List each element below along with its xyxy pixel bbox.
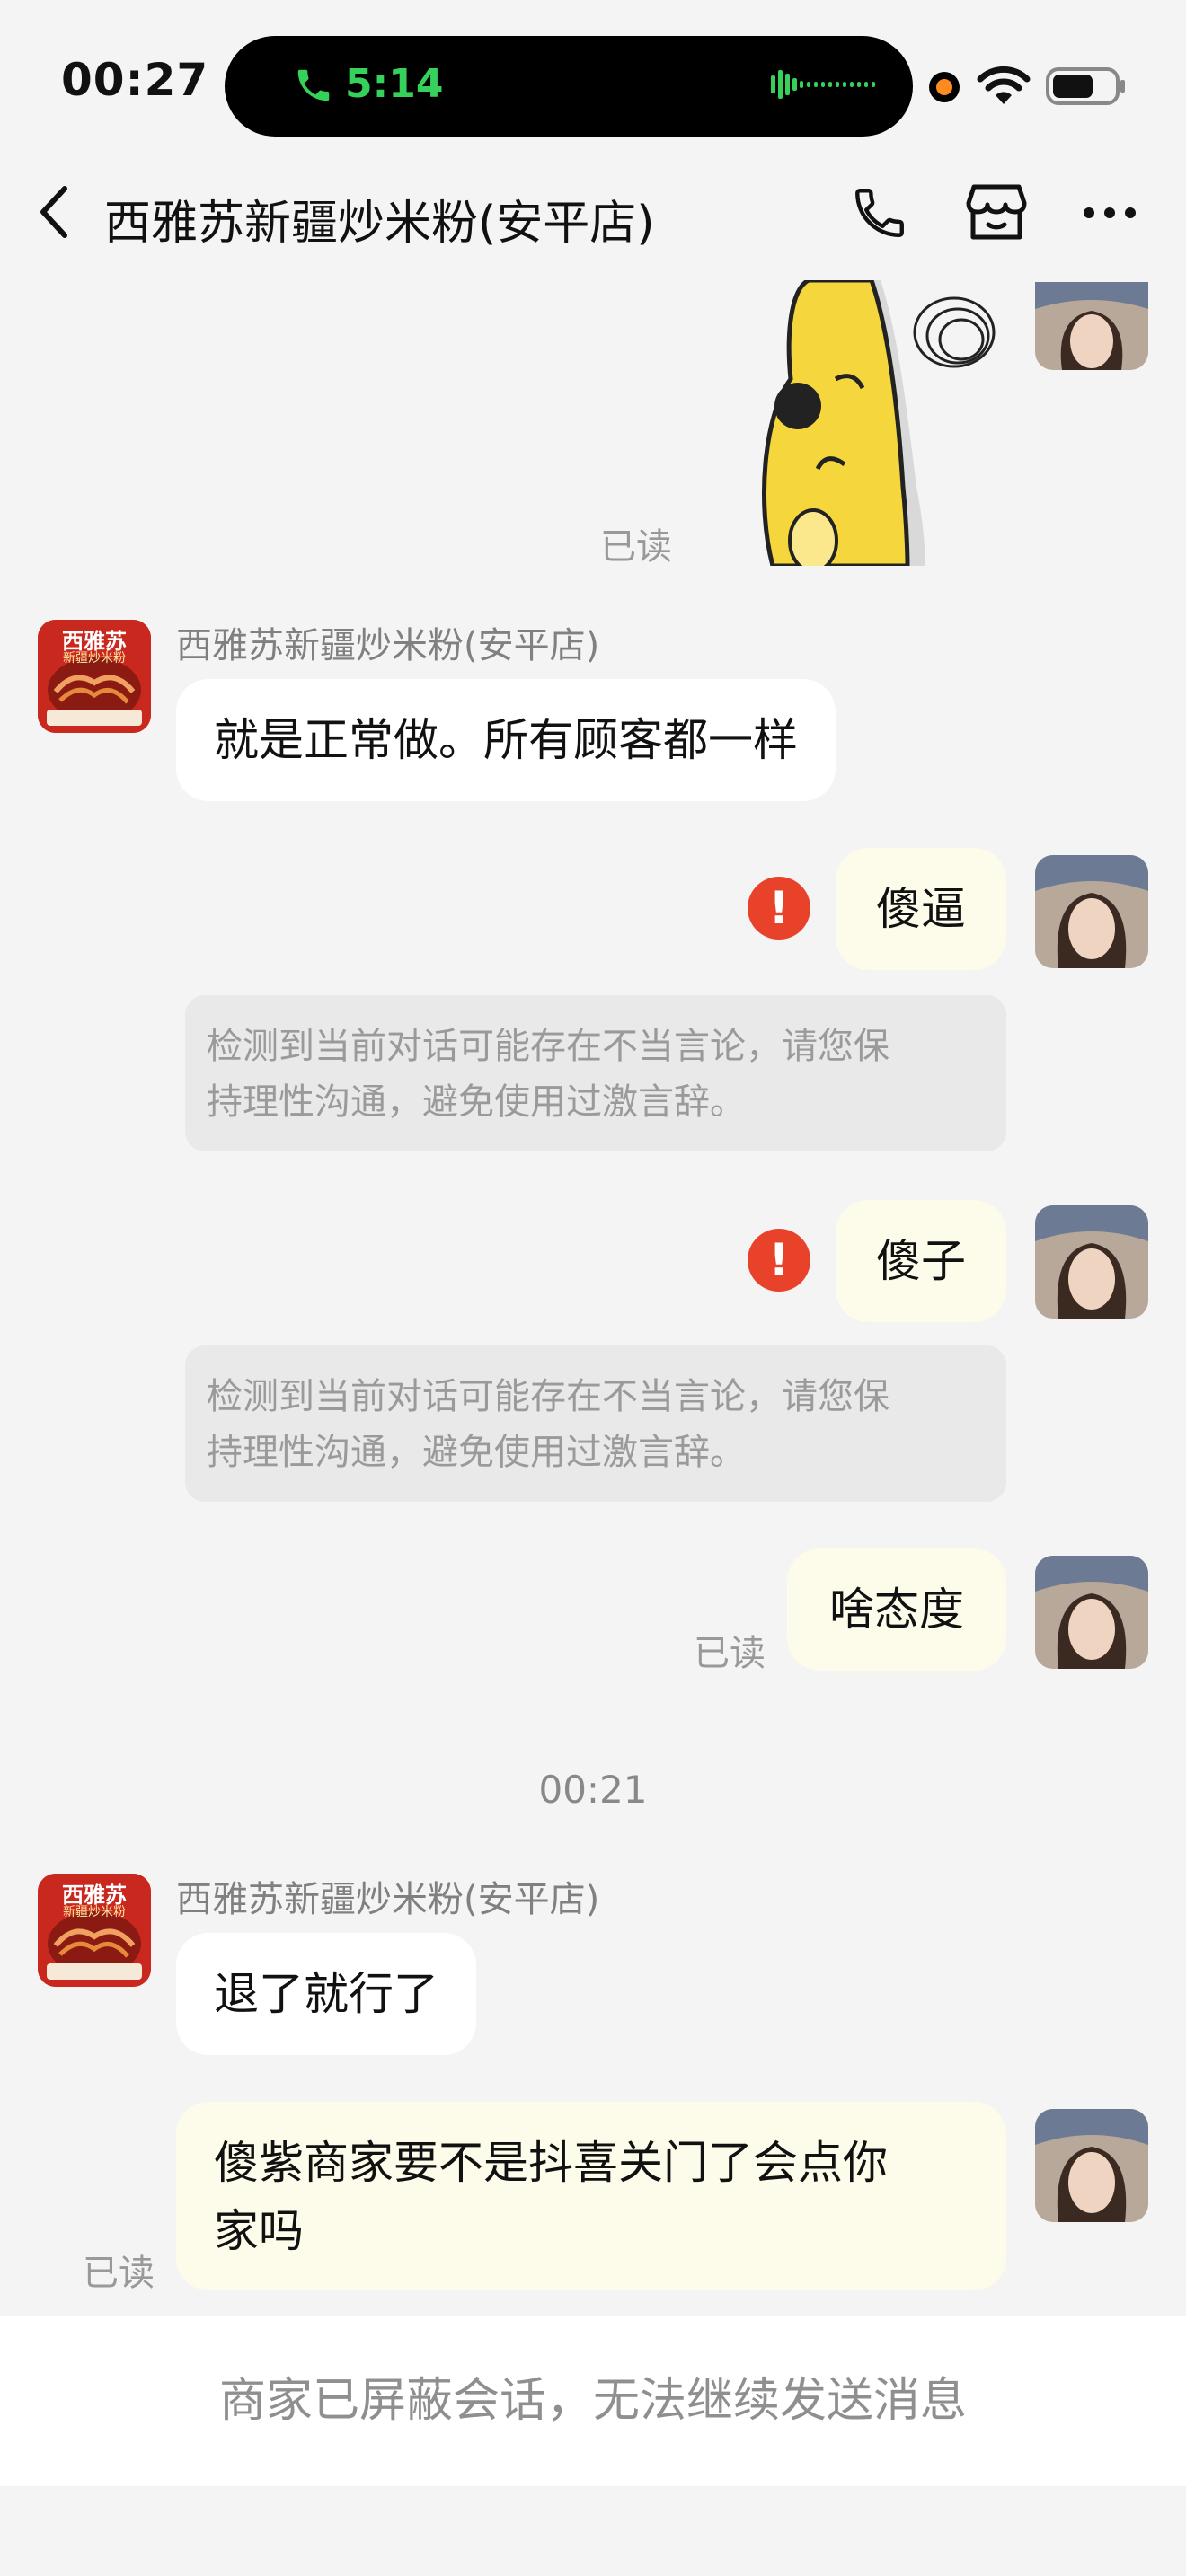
merchant-name: 西雅苏新疆炒米粉(安平店): [176, 1879, 600, 1920]
warning-text-line: 检测到当前对话可能存在不当言论，请您保: [207, 1026, 890, 1067]
user-message-bubble[interactable]: 傻子: [836, 1200, 1006, 1322]
status-time: 00:27: [61, 54, 209, 106]
user-message-bubble[interactable]: 傻紫商家要不是抖喜关门了会点你 家吗: [176, 2102, 1006, 2290]
user-avatar-icon: [1035, 1556, 1148, 1669]
merchant-message-bubble[interactable]: 就是正常做。所有顾客都一样: [176, 679, 836, 801]
user-avatar[interactable]: [1035, 855, 1148, 968]
user-avatar[interactable]: [1035, 282, 1148, 370]
warning-text-line: 检测到当前对话可能存在不当言论，请您保: [207, 1376, 890, 1417]
store-icon[interactable]: [965, 183, 1028, 243]
inappropriate-content-warning: 检测到当前对话可能存在不当言论，请您保 持理性沟通，避免使用过激言辞。: [185, 1345, 1006, 1502]
merchant-logo-tagline: 新疆炒米粉: [63, 651, 126, 666]
user-avatar-icon: [1035, 855, 1148, 968]
message-text-line: 傻紫商家要不是抖喜关门了会点你: [214, 2137, 888, 2189]
audio-wave-icon: [771, 70, 875, 99]
merchant-logo-tagline: 新疆炒米粉: [63, 1905, 126, 1919]
read-status: 已读: [600, 526, 672, 568]
send-failed-icon[interactable]: !: [748, 877, 810, 940]
recording-indicator-icon: [929, 72, 960, 102]
send-failed-icon[interactable]: !: [748, 1229, 810, 1292]
sticker-image[interactable]: [746, 280, 1006, 566]
phone-icon[interactable]: [850, 183, 909, 243]
merchant-message-bubble[interactable]: 退了就行了: [176, 1933, 476, 2055]
user-avatar-icon: [1035, 282, 1148, 370]
user-message-bubble[interactable]: 傻逼: [836, 848, 1006, 970]
back-chevron-icon[interactable]: [34, 183, 74, 241]
battery-icon: [1046, 67, 1125, 105]
warning-text-line: 持理性沟通，避免使用过激言辞。: [207, 1432, 746, 1473]
read-status: 已读: [83, 2253, 155, 2294]
message-text-line: 家吗: [214, 2205, 304, 2257]
merchant-name: 西雅苏新疆炒米粉(安平店): [176, 625, 600, 666]
user-message-bubble[interactable]: 啥态度: [787, 1548, 1006, 1671]
call-duration: 5:14: [345, 61, 444, 107]
read-status: 已读: [694, 1633, 766, 1674]
warning-text-line: 持理性沟通，避免使用过激言辞。: [207, 1081, 746, 1123]
conversation-blocked-notice: 商家已屏蔽会话，无法继续发送消息: [0, 2316, 1186, 2486]
time-separator: 00:21: [538, 1768, 648, 1812]
merchant-avatar[interactable]: 西雅苏 新疆炒米粉: [38, 1874, 151, 1987]
home-indicator-area: [0, 2486, 1186, 2576]
merchant-avatar[interactable]: 西雅苏 新疆炒米粉: [38, 620, 151, 733]
chat-title: 西雅苏新疆炒米粉(安平店): [104, 197, 655, 251]
user-avatar-icon: [1035, 2109, 1148, 2222]
user-avatar-icon: [1035, 1205, 1148, 1319]
user-avatar[interactable]: [1035, 1205, 1148, 1319]
wifi-icon: [977, 66, 1031, 104]
user-avatar[interactable]: [1035, 1556, 1148, 1669]
user-avatar[interactable]: [1035, 2109, 1148, 2222]
phone-call-icon: [297, 69, 330, 101]
more-options-icon[interactable]: [1082, 203, 1137, 223]
inappropriate-content-warning: 检测到当前对话可能存在不当言论，请您保 持理性沟通，避免使用过激言辞。: [185, 995, 1006, 1151]
